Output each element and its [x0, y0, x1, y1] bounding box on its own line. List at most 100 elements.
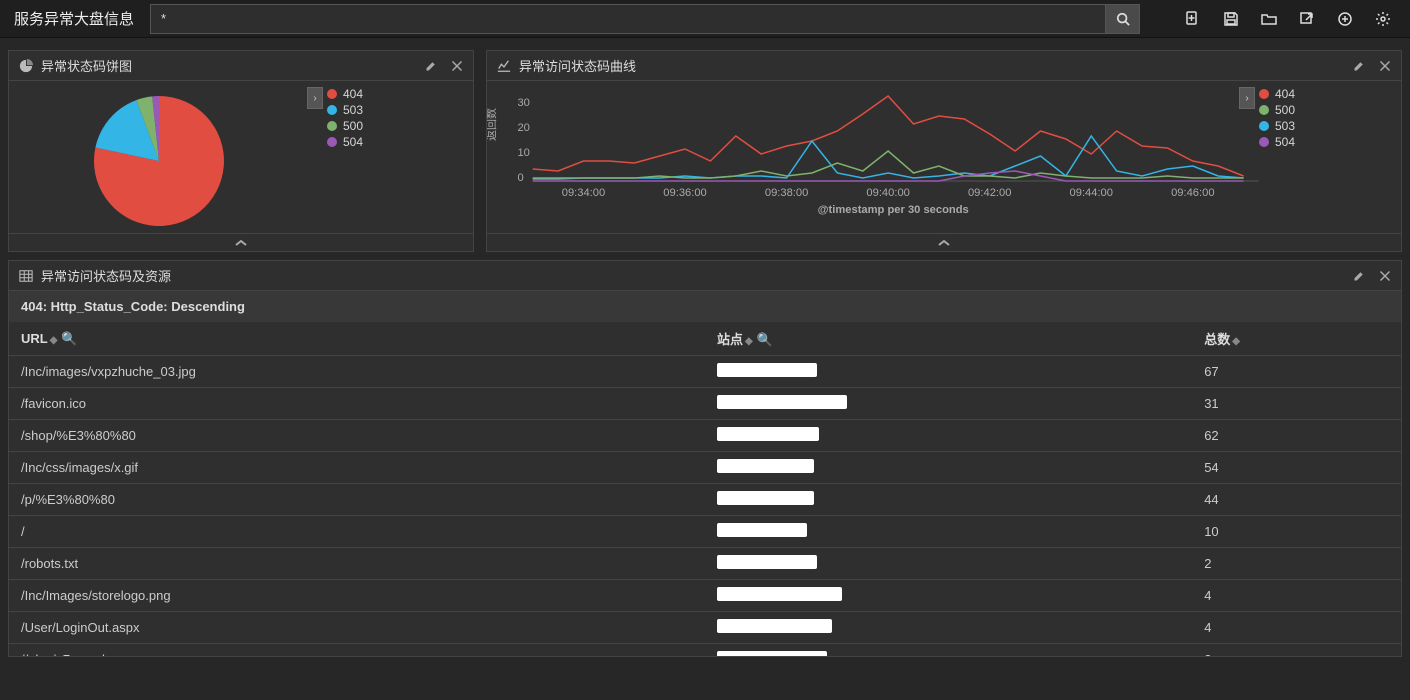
legend-swatch [327, 89, 337, 99]
search-wrap [150, 4, 1140, 34]
svg-text:09:42:00: 09:42:00 [968, 187, 1011, 199]
svg-text:@timestamp per 30 seconds: @timestamp per 30 seconds [818, 204, 969, 216]
line-panel-body: 0 10 20 30 返回数 09:34:00 09:36:00 09:38:0… [487, 81, 1401, 233]
add-button[interactable] [1336, 10, 1354, 28]
legend-collapse-button[interactable]: › [1239, 87, 1255, 109]
cell-site [705, 388, 1192, 420]
cell-total: 54 [1192, 452, 1401, 484]
line-panel-title: 异常访问状态码曲线 [519, 56, 1339, 75]
table-row[interactable]: /p/%E3%80%8044 [9, 484, 1401, 516]
table-row[interactable]: /10 [9, 516, 1401, 548]
legend-item[interactable]: 500 [1259, 103, 1295, 117]
cell-site [705, 452, 1192, 484]
legend-label: 504 [1275, 135, 1295, 149]
pie-panel-title: 异常状态码饼图 [41, 56, 411, 75]
redacted-text [717, 523, 807, 537]
redacted-text [717, 395, 847, 409]
close-button[interactable] [451, 60, 463, 72]
sort-icon: ◆ [50, 335, 58, 346]
table-row[interactable]: /Inc/images/vxpzhuche_03.jpg 67 [9, 356, 1401, 388]
svg-text:09:44:00: 09:44:00 [1070, 187, 1113, 199]
legend-label: 500 [1275, 103, 1295, 117]
table-row[interactable]: /shop/%E3%80%80 62 [9, 420, 1401, 452]
sort-icon: ◆ [1232, 336, 1240, 347]
table-row[interactable]: /User/LoginOut.aspx4 [9, 612, 1401, 644]
search-input[interactable] [150, 4, 1106, 34]
cell-total: 67 [1192, 356, 1401, 388]
settings-button[interactable] [1374, 10, 1392, 28]
legend-collapse-button[interactable]: › [307, 87, 323, 109]
table-row[interactable]: //plus/e7xue.php2 [9, 644, 1401, 657]
svg-text:09:38:00: 09:38:00 [765, 187, 808, 199]
edit-button[interactable] [1353, 60, 1365, 72]
save-button[interactable] [1222, 10, 1240, 28]
legend-swatch [327, 137, 337, 147]
table-panel: 异常访问状态码及资源 404: Http_Status_Code: Descen… [8, 260, 1402, 657]
legend-item[interactable]: 503 [1259, 119, 1295, 133]
cell-total: 31 [1192, 388, 1401, 420]
table-subheader: 404: Http_Status_Code: Descending [9, 291, 1401, 322]
legend-label: 503 [343, 103, 363, 117]
table-scroll[interactable]: 404: Http_Status_Code: Descending URL◆🔍 … [9, 291, 1401, 656]
legend-item[interactable]: 404 [327, 87, 363, 101]
pie-collapse-button[interactable] [9, 233, 473, 251]
sort-icon: ◆ [745, 336, 753, 347]
legend-swatch [327, 105, 337, 115]
legend-label: 404 [1275, 87, 1295, 101]
redacted-text [717, 619, 832, 633]
filter-icon[interactable]: 🔍 [757, 332, 773, 347]
table-row[interactable]: /favicon.ico 31 [9, 388, 1401, 420]
close-button[interactable] [1379, 60, 1391, 72]
cell-site [705, 484, 1192, 516]
table-row[interactable]: /robots.txt 2 [9, 548, 1401, 580]
redacted-text [717, 459, 814, 473]
cell-site [705, 420, 1192, 452]
legend-label: 503 [1275, 119, 1295, 133]
edit-button[interactable] [1353, 270, 1365, 282]
redacted-text [717, 651, 827, 656]
table-panel-title: 异常访问状态码及资源 [41, 266, 1339, 285]
table-row[interactable]: /Inc/css/images/x.gif54 [9, 452, 1401, 484]
search-button[interactable] [1106, 4, 1140, 34]
open-button[interactable] [1260, 10, 1278, 28]
legend-item[interactable]: 503 [327, 103, 363, 117]
edit-button[interactable] [425, 60, 437, 72]
line-collapse-button[interactable] [487, 233, 1401, 251]
svg-text:返回数: 返回数 [487, 108, 498, 141]
close-button[interactable] [1379, 270, 1391, 282]
table-header-row: URL◆🔍 站点◆🔍 总数◆ [9, 322, 1401, 356]
svg-text:20: 20 [517, 122, 529, 134]
col-site[interactable]: 站点◆ 🔍 [705, 322, 1192, 356]
legend-item[interactable]: 504 [327, 135, 363, 149]
cell-total: 2 [1192, 548, 1401, 580]
svg-text:09:36:00: 09:36:00 [663, 187, 706, 199]
col-label: 站点 [717, 332, 743, 347]
cell-url: /favicon.ico [9, 388, 705, 420]
table-icon [19, 269, 33, 283]
cell-site [705, 580, 1192, 612]
cell-total: 4 [1192, 580, 1401, 612]
cell-url: /Inc/images/vxpzhuche_03.jpg [9, 356, 705, 388]
line-panel: 异常访问状态码曲线 0 10 20 30 返回数 09:34:00 09:36:… [486, 50, 1402, 252]
new-button[interactable] [1184, 10, 1202, 28]
toolbar-icons [1148, 10, 1400, 28]
col-total[interactable]: 总数◆ [1192, 322, 1401, 356]
share-button[interactable] [1298, 10, 1316, 28]
cell-site [705, 548, 1192, 580]
chevron-up-icon [937, 238, 951, 248]
cell-url: /shop/%E3%80%80 [9, 420, 705, 452]
legend-item[interactable]: 404 [1259, 87, 1295, 101]
cell-url: / [9, 516, 705, 548]
legend-item[interactable]: 504 [1259, 135, 1295, 149]
pie-panel-body: › 404 503 500 504 [9, 81, 473, 233]
line-panel-header: 异常访问状态码曲线 [487, 51, 1401, 81]
legend-swatch [1259, 89, 1269, 99]
legend-item[interactable]: 500 [327, 119, 363, 133]
search-icon [1116, 12, 1130, 26]
legend-swatch [1259, 105, 1269, 115]
col-url[interactable]: URL◆🔍 [9, 322, 705, 356]
filter-icon[interactable]: 🔍 [61, 331, 77, 346]
table-row[interactable]: /Inc/Images/storelogo.png4 [9, 580, 1401, 612]
cell-total: 62 [1192, 420, 1401, 452]
cell-url: /robots.txt [9, 548, 705, 580]
